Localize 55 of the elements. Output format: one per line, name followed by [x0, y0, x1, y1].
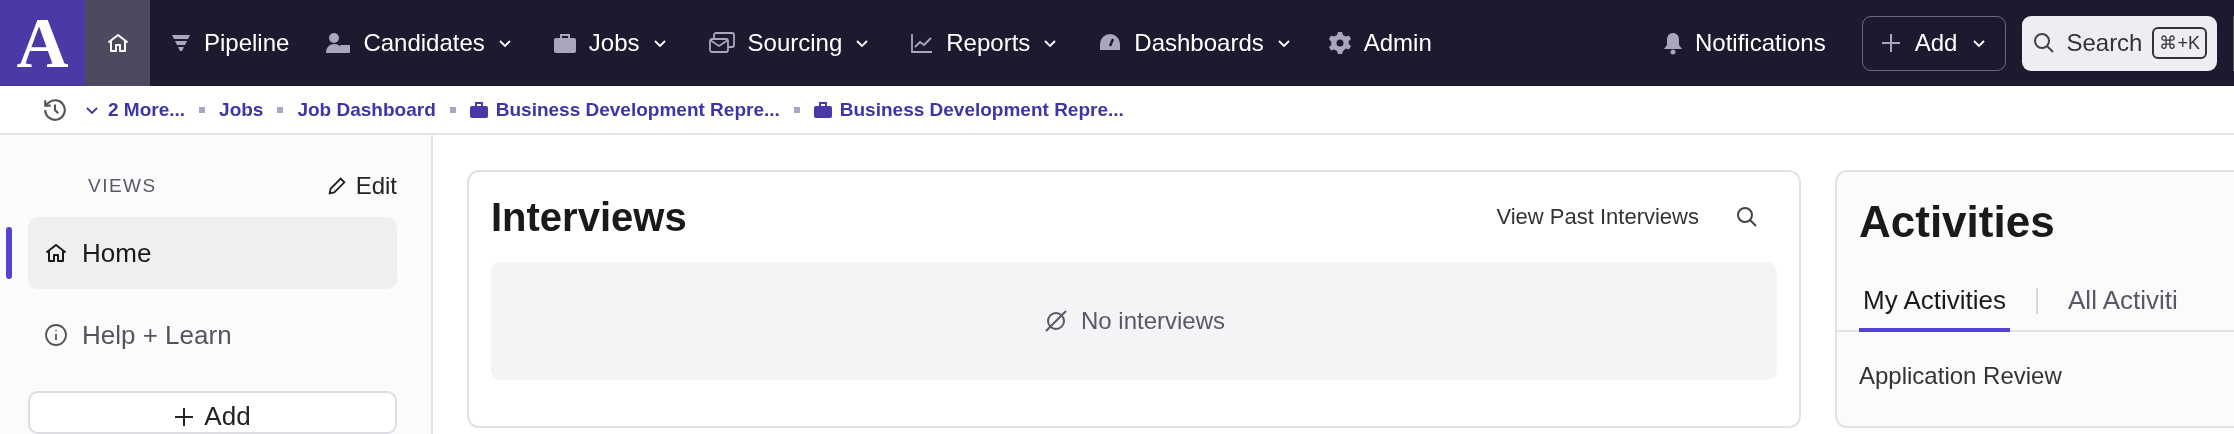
active-indicator — [6, 227, 12, 279]
nav-item[interactable]: Dashboards — [1098, 29, 1292, 57]
nav-item[interactable]: Jobs — [552, 29, 668, 57]
breadcrumb-link[interactable]: Jobs — [219, 98, 264, 121]
nav-item[interactable]: Pipeline — [170, 29, 290, 57]
nav-label: Jobs — [588, 29, 640, 57]
search-button[interactable]: Search ⌘+K — [2022, 15, 2217, 71]
funnel-icon — [170, 32, 192, 54]
nav-label: Notifications — [1695, 29, 1826, 57]
info-icon — [44, 323, 68, 347]
users-icon — [325, 31, 352, 55]
home-icon — [44, 241, 68, 265]
sidebar-item[interactable]: Help + Learn — [28, 299, 397, 371]
search-icon[interactable] — [1735, 205, 1759, 229]
nav-item[interactable]: Sourcing — [707, 29, 871, 57]
nav-item[interactable]: Candidates — [325, 29, 513, 57]
nav-item[interactable]: Reports — [910, 29, 1059, 57]
add-view-button[interactable]: Add — [28, 391, 397, 434]
gear-icon — [1327, 31, 1352, 55]
card-title: Interviews — [491, 194, 688, 240]
activities-tab[interactable]: All Activiti — [2064, 272, 2182, 332]
breadcrumb-link[interactable]: Business Development Repre... — [469, 98, 780, 121]
nav-label: Reports — [946, 29, 1031, 57]
briefcase-icon — [813, 101, 832, 118]
nav-label: Sourcing — [747, 29, 843, 57]
history-icon[interactable] — [42, 96, 68, 123]
home-tab[interactable] — [85, 0, 150, 86]
envelope-icon — [707, 31, 736, 55]
bell-icon — [1663, 31, 1683, 55]
nav-item[interactable]: Admin — [1327, 29, 1432, 57]
section-heading: Application Review — [1859, 362, 2063, 390]
logo[interactable]: A — [0, 0, 85, 86]
view-past-interviews-link[interactable]: View Past Interviews — [1496, 204, 1699, 230]
nav-label: Candidates — [363, 29, 485, 57]
views-heading: VIEWS — [88, 175, 157, 197]
home-icon — [105, 31, 130, 55]
add-button[interactable]: Add — [1861, 15, 2007, 71]
activities-tab[interactable]: My Activities — [1859, 272, 2011, 332]
notifications-link[interactable]: Notifications — [1663, 29, 1826, 57]
chart-icon — [910, 32, 935, 54]
plus-icon — [174, 407, 195, 427]
briefcase-icon — [469, 101, 488, 118]
edit-button[interactable]: Edit — [325, 172, 397, 200]
plus-icon — [1880, 33, 1901, 53]
briefcase-icon — [552, 32, 577, 54]
empty-message: No interviews — [1080, 307, 1225, 335]
breadcrumb-link[interactable]: Job Dashboard — [297, 98, 436, 121]
card-title: Activities — [1859, 196, 2056, 248]
breadcrumb-link[interactable]: Business Development Repre... — [813, 98, 1124, 121]
breadcrumb-link[interactable]: 2 More... — [84, 98, 186, 121]
shortcut-key: ⌘+K — [2152, 27, 2207, 59]
nav-label: Pipeline — [204, 29, 290, 57]
nav-label: Admin — [1363, 29, 1432, 57]
sidebar-item[interactable]: Home — [28, 217, 397, 289]
nav-label: Dashboards — [1134, 29, 1264, 57]
